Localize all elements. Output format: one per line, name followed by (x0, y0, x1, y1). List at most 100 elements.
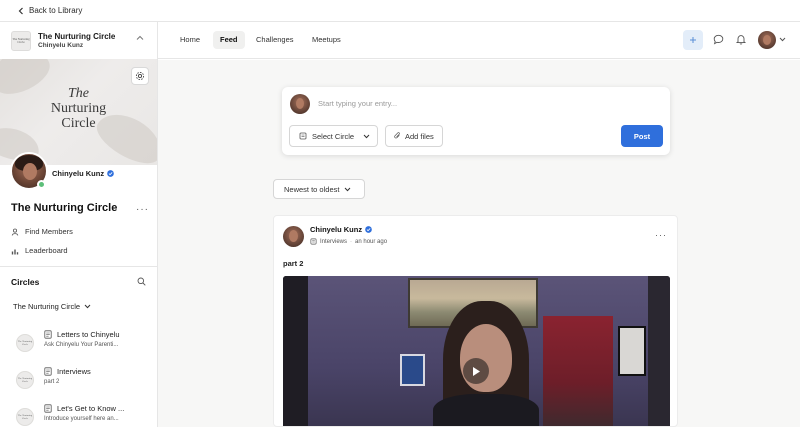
select-circle-label: Select Circle (312, 131, 355, 141)
circles-heading: Circles (11, 277, 40, 287)
profile-name-row: Chinyelu Kunz (52, 169, 114, 178)
circle-thumbnail: The Nurturing Circle (16, 408, 34, 426)
video-scene-shelf (543, 316, 613, 426)
post-meta-separator: · (350, 238, 353, 245)
entry-input[interactable] (318, 99, 618, 108)
bell-icon[interactable] (736, 34, 746, 45)
circle-item-interviews[interactable]: The Nurturing Circle Interviews part 2 (16, 366, 156, 396)
community-switcher[interactable]: The Nurturing Circle The Nurturing Circl… (0, 22, 157, 59)
document-icon (44, 330, 52, 339)
verified-badge-icon (107, 170, 114, 177)
tab-home[interactable]: Home (173, 31, 207, 49)
search-icon[interactable] (137, 277, 146, 286)
chevron-up-icon (136, 35, 144, 41)
play-icon (471, 366, 481, 377)
sidebar-item-label: Leaderboard (25, 246, 68, 255)
sidebar-divider (0, 266, 157, 267)
sort-order-label: Newest to oldest (284, 184, 340, 194)
top-bar: Back to Library (0, 0, 800, 22)
sidebar-item-label: Find Members (25, 227, 73, 236)
avatar-face (763, 35, 771, 45)
sidebar: The Nurturing Circle The Nurturing Circl… (0, 22, 158, 427)
sidebar-item-find-members[interactable]: Find Members (11, 227, 73, 236)
avatar-face (289, 230, 298, 242)
circle-thumbnail: The Nurturing Circle (16, 371, 34, 389)
community-name: The Nurturing Circle (38, 32, 116, 41)
composer-avatar (290, 94, 310, 114)
profile-name: Chinyelu Kunz (52, 169, 105, 178)
video-person-body (433, 394, 539, 426)
chevron-left-icon (18, 7, 24, 15)
add-files-button[interactable]: Add files (385, 125, 443, 147)
community-logo-text: The Nurturing Circle (12, 37, 30, 44)
chevron-down-icon (344, 187, 351, 192)
banner-title-line: The (68, 86, 89, 101)
circle-item-subtitle: Introduce yourself here an... (44, 416, 119, 422)
post-card: Chinyelu Kunz Interviews · an hour ago ·… (273, 215, 678, 427)
sidebar-item-leaderboard[interactable]: Leaderboard (11, 246, 68, 255)
banner-title-line: Circle (61, 116, 96, 131)
main-nav: Home Feed Challenges Meetups (158, 22, 800, 59)
tab-meetups[interactable]: Meetups (305, 31, 348, 49)
sort-order-select[interactable]: Newest to oldest (273, 179, 365, 199)
play-button[interactable] (463, 358, 489, 384)
circle-item-letters[interactable]: The Nurturing Circle Letters to Chinyelu… (16, 329, 156, 359)
post-circle-link[interactable]: Interviews (320, 239, 347, 245)
community-logo: The Nurturing Circle (11, 31, 31, 51)
paperclip-icon (394, 132, 401, 140)
circle-item-title: Letters to Chinyelu (57, 330, 120, 339)
avatar-face (23, 163, 37, 180)
video-scene-edge (648, 276, 670, 426)
gear-icon (135, 71, 145, 81)
circle-thumbnail-text: The Nurturing Circle (17, 414, 33, 420)
document-icon (44, 404, 52, 413)
add-files-label: Add files (405, 131, 434, 141)
circle-icon (310, 238, 317, 245)
person-icon (11, 228, 19, 236)
user-menu-avatar[interactable] (758, 31, 776, 49)
circle-item-subtitle: Ask Chinyelu Your Parenti... (44, 342, 119, 348)
post-video[interactable] (283, 276, 670, 426)
post-meta: Interviews · an hour ago (310, 238, 387, 245)
circle-filter-label: The Nurturing Circle (13, 302, 81, 311)
chevron-down-icon (363, 134, 370, 139)
post-more-options-icon[interactable]: ··· (655, 230, 667, 240)
video-scene-frame (400, 354, 425, 386)
community-owner: Chinyelu Kunz (38, 42, 84, 49)
chat-icon[interactable] (713, 34, 724, 45)
video-scene-door (283, 276, 308, 426)
back-to-library-link[interactable]: Back to Library (18, 6, 82, 15)
sidebar-community-title: The Nurturing Circle (11, 202, 118, 214)
more-horizontal-icon[interactable]: ··· (136, 204, 149, 215)
document-icon (44, 367, 52, 376)
bar-chart-icon (11, 247, 19, 255)
video-scene-photo (618, 326, 646, 376)
circle-item-get-to-know[interactable]: The Nurturing Circle Let's Get to Know .… (16, 403, 156, 427)
select-circle-button[interactable]: Select Circle (289, 125, 378, 147)
post-author-row: Chinyelu Kunz (310, 225, 372, 234)
circle-filter-select[interactable]: The Nurturing Circle (13, 302, 91, 311)
circle-item-title: Let's Get to Know ... (57, 404, 125, 413)
back-label: Back to Library (29, 6, 83, 15)
post-author-avatar[interactable] (283, 226, 304, 247)
circle-item-title: Interviews (57, 367, 91, 376)
post-composer: Select Circle Add files Post (282, 87, 670, 155)
chevron-down-icon[interactable] (779, 37, 786, 42)
banner-title-line: Nurturing (50, 101, 107, 116)
community-banner: The Nurturing Circle (0, 59, 157, 165)
create-button[interactable] (683, 30, 703, 50)
tab-feed[interactable]: Feed (213, 31, 245, 49)
post-timestamp: an hour ago (355, 238, 388, 245)
plus-icon (689, 36, 697, 44)
banner-title: The Nurturing Circle (0, 86, 157, 131)
chevron-down-icon (84, 304, 91, 309)
verified-badge-icon (365, 226, 372, 233)
feed-area: Select Circle Add files Post Newest to o… (158, 60, 800, 427)
tab-challenges[interactable]: Challenges (249, 31, 301, 49)
post-author-name[interactable]: Chinyelu Kunz (310, 225, 362, 234)
avatar-face (296, 98, 304, 109)
circle-thumbnail: The Nurturing Circle (16, 334, 34, 352)
circle-item-subtitle: part 2 (44, 379, 60, 385)
post-button[interactable]: Post (621, 125, 663, 147)
banner-settings-button[interactable] (131, 67, 149, 85)
